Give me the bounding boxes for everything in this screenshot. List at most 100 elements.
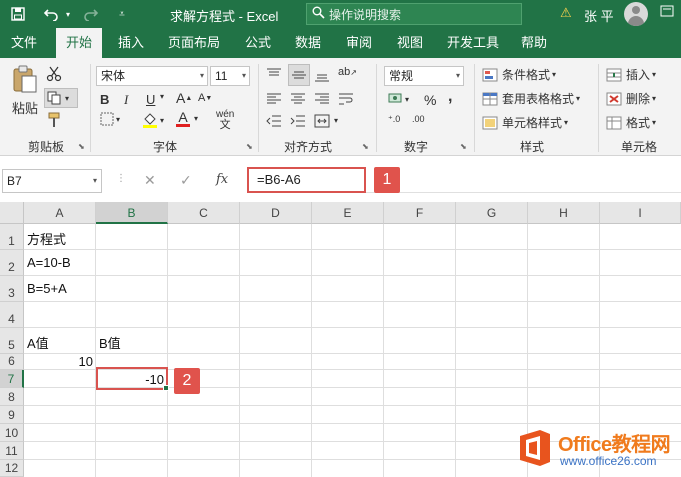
format-as-table-button[interactable]: 套用表格格式 ▾ [482, 90, 580, 107]
tab-review[interactable]: 审阅 [336, 28, 382, 58]
row-header-12[interactable]: 12 [0, 460, 24, 477]
enter-formula-icon[interactable]: ✓ [180, 172, 192, 189]
fill-color-icon[interactable]: ▾ [142, 112, 164, 128]
name-box[interactable]: B7 ▾ [2, 169, 102, 193]
cell-a1[interactable]: 方程式 [27, 229, 66, 248]
tab-data[interactable]: 数据 [286, 28, 330, 58]
tab-help[interactable]: 帮助 [512, 28, 556, 58]
column-header-d[interactable]: D [240, 202, 312, 224]
user-avatar-icon[interactable] [624, 2, 648, 26]
row-header-2[interactable]: 2 [0, 250, 24, 276]
tab-home[interactable]: 开始 [56, 28, 102, 58]
number-launcher-icon[interactable]: ⬊ [460, 142, 467, 151]
column-header-f[interactable]: F [384, 202, 456, 224]
cell-b5[interactable]: B值 [99, 333, 121, 352]
insert-cells-button[interactable]: 插入 ▾ [606, 66, 656, 83]
accounting-format-icon[interactable]: ▾ [388, 92, 409, 106]
chevron-down-icon: ▾ [241, 71, 246, 80]
decrease-font-size-icon[interactable]: A ▼ [198, 92, 212, 104]
cut-icon[interactable] [46, 66, 62, 82]
row-header-3[interactable]: 3 [0, 276, 24, 302]
align-middle-icon[interactable] [288, 64, 310, 86]
row-header-5[interactable]: 5 [0, 328, 24, 354]
row-header-7[interactable]: 7 [0, 370, 24, 388]
percent-style-button[interactable]: % [424, 92, 436, 108]
column-header-i[interactable]: I [600, 202, 681, 224]
bold-button[interactable]: B [100, 92, 109, 107]
align-bottom-icon[interactable] [314, 68, 330, 82]
cell-a5[interactable]: A值 [27, 333, 49, 352]
insert-function-icon[interactable]: fx [216, 172, 228, 187]
increase-decimal-icon[interactable]: ⁺.0 [388, 114, 400, 125]
align-left-icon[interactable] [266, 92, 282, 106]
column-header-g[interactable]: G [456, 202, 528, 224]
row-header-10[interactable]: 10 [0, 424, 24, 442]
delete-cells-button[interactable]: 删除 ▾ [606, 90, 656, 107]
font-name-select[interactable]: 宋体 ▾ [96, 66, 208, 86]
decrease-decimal-icon[interactable]: .00 [412, 114, 425, 124]
number-format-select[interactable]: 常规 ▾ [384, 66, 464, 86]
tab-formulas[interactable]: 公式 [236, 28, 280, 58]
redo-icon[interactable] [80, 4, 102, 24]
font-color-button[interactable]: A [176, 110, 190, 127]
paste-button[interactable]: 粘贴 [8, 64, 42, 124]
customize-quick-access-icon[interactable]: ⩡ [116, 4, 128, 24]
column-header-b[interactable]: B [96, 202, 168, 224]
increase-indent-icon[interactable] [290, 114, 306, 128]
conditional-formatting-button[interactable]: 条件格式 ▾ [482, 66, 556, 83]
comma-style-button[interactable]: , [448, 88, 452, 106]
column-header-c[interactable]: C [168, 202, 240, 224]
tab-developer[interactable]: 开发工具 [440, 28, 506, 58]
formula-input[interactable]: =B6-A6 [247, 167, 366, 193]
decrease-indent-icon[interactable] [266, 114, 282, 128]
cell-styles-button[interactable]: 单元格样式 ▾ [482, 114, 568, 131]
row-header-4[interactable]: 4 [0, 302, 24, 328]
align-top-icon[interactable] [266, 68, 282, 82]
row-header-9[interactable]: 9 [0, 406, 24, 424]
cell-a2[interactable]: A=10-B [27, 255, 71, 270]
borders-icon[interactable]: ▾ [100, 112, 120, 126]
cell-a6[interactable]: 10 [24, 354, 93, 369]
undo-icon[interactable] [40, 4, 62, 24]
font-color-dropdown-icon[interactable]: ▾ [194, 114, 198, 123]
merge-center-icon[interactable] [314, 114, 330, 128]
undo-dropdown-icon[interactable]: ▾ [62, 4, 74, 24]
underline-button[interactable]: U [146, 92, 155, 107]
align-right-icon[interactable] [314, 92, 330, 106]
format-painter-icon[interactable] [46, 112, 62, 128]
fill-handle[interactable] [163, 385, 169, 391]
tab-file[interactable]: 文件 [0, 28, 48, 58]
copy-button[interactable]: ▾ [44, 88, 78, 108]
clipboard-launcher-icon[interactable]: ⬊ [78, 142, 85, 151]
wrap-text-icon[interactable] [338, 92, 354, 106]
font-launcher-icon[interactable]: ⬊ [246, 142, 253, 151]
select-all-corner[interactable] [0, 202, 24, 224]
tab-page-layout[interactable]: 页面布局 [160, 28, 228, 58]
row-header-6[interactable]: 6 [0, 354, 24, 370]
ribbon-display-icon[interactable] [660, 4, 674, 20]
format-cells-button[interactable]: 格式 ▾ [606, 114, 656, 131]
tab-view[interactable]: 视图 [388, 28, 432, 58]
font-size-select[interactable]: 11 ▾ [210, 66, 250, 86]
phonetic-button[interactable]: wén 文 [216, 110, 234, 131]
increase-font-size-icon[interactable]: A ▲ [176, 90, 192, 106]
row-header-1[interactable]: 1 [0, 224, 24, 250]
orientation-icon[interactable]: ab ↗ [338, 66, 357, 78]
tell-me-search[interactable]: 操作说明搜索 [306, 3, 522, 25]
alignment-launcher-icon[interactable]: ⬊ [362, 142, 369, 151]
row-header-11[interactable]: 11 [0, 442, 24, 460]
tab-insert[interactable]: 插入 [108, 28, 154, 58]
italic-button[interactable]: I [124, 92, 128, 108]
warning-icon[interactable]: ⚠ [560, 5, 572, 21]
save-icon[interactable] [8, 4, 28, 24]
column-header-e[interactable]: E [312, 202, 384, 224]
cancel-formula-icon[interactable]: ✕ [144, 172, 156, 189]
cell-a3[interactable]: B=5+A [27, 281, 67, 296]
underline-dropdown-icon[interactable]: ▾ [160, 92, 164, 101]
column-header-a[interactable]: A [24, 202, 96, 224]
column-header-h[interactable]: H [528, 202, 600, 224]
row-header-8[interactable]: 8 [0, 388, 24, 406]
align-center-icon[interactable] [290, 92, 306, 106]
merge-dropdown-icon[interactable]: ▾ [334, 116, 338, 125]
user-name[interactable]: 张 平 [584, 6, 614, 25]
